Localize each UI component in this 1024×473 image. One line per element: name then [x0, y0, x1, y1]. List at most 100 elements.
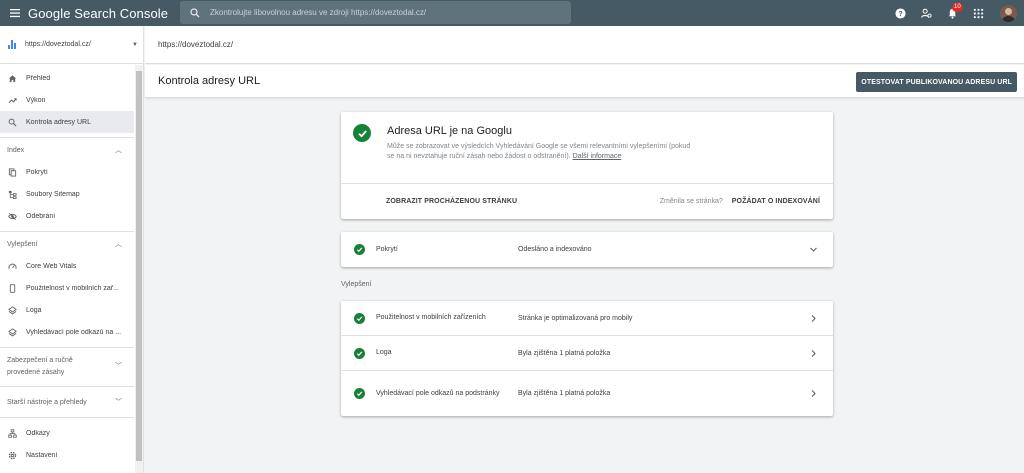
scrollbar-thumb[interactable]: [136, 71, 142, 461]
enhancement-row-logos[interactable]: Loga Byla zjištěna 1 platná položka: [341, 336, 833, 371]
layers-icon: [7, 327, 17, 337]
chevron-down-icon: ﹀: [115, 363, 122, 370]
check-circle-icon: [354, 312, 365, 324]
sidebar-item-settings[interactable]: Nastavení: [0, 444, 134, 466]
check-circle-icon: [354, 244, 365, 255]
status-title: Adresa URL je na Googlu: [387, 125, 512, 137]
top-app-bar: Google Search Console ? 10: [0, 0, 1024, 26]
row-value: Byla zjištěna 1 platná položka: [518, 390, 611, 397]
sidebar-item-coverage[interactable]: Pokrytí: [0, 161, 134, 183]
view-crawled-page-button[interactable]: ZOBRAZIT PROCHÁZENOU STRÁNKU: [386, 198, 517, 205]
row-name: Loga: [376, 349, 392, 356]
app-title[interactable]: Google Search Console: [28, 6, 168, 21]
enhancement-row-mobile[interactable]: Použitelnost v mobilních zařízeních Strá…: [341, 301, 833, 336]
row-value: Byla zjištěna 1 platná položka: [518, 349, 611, 357]
sidebar-section-enhancements[interactable]: Vylepšení ︿: [0, 236, 134, 252]
sidebar-section-index[interactable]: Index ︿: [0, 142, 134, 158]
chevron-right-icon[interactable]: [809, 389, 818, 398]
sidebar-item-links[interactable]: Odkazy: [0, 422, 134, 444]
request-indexing-button[interactable]: POŽÁDAT O INDEXOVÁNÍ: [732, 198, 820, 205]
coverage-row[interactable]: Pokrytí Odesláno a indexováno: [341, 232, 833, 267]
sidebar-item-label: Výkon: [26, 96, 46, 104]
coverage-card[interactable]: Pokrytí Odesláno a indexováno: [341, 232, 833, 267]
property-label: https://doveztodal.cz/: [25, 41, 91, 48]
section-title: Zabezpečení a ručně provedené zásahy: [7, 357, 73, 376]
card-actions: ZOBRAZIT PROCHÁZENOU STRÁNKU Změnila se …: [341, 183, 833, 219]
sidebar-item-label: Vyhledávací pole odkazů na ...: [26, 328, 122, 336]
sidebar-divider: [0, 231, 134, 232]
sidebar-item-sitelinks-searchbox[interactable]: Vyhledávací pole odkazů na ...: [0, 321, 134, 343]
chevron-down-icon[interactable]: [809, 245, 818, 254]
search-icon: [190, 7, 200, 17]
check-circle-icon: [353, 124, 371, 142]
sidebar-item-label: Pokrytí: [26, 168, 48, 176]
enhancements-label: Vylepšení: [341, 281, 372, 288]
sidebar-item-overview[interactable]: Přehled: [0, 67, 134, 89]
search-icon: [7, 117, 17, 127]
dropdown-caret-icon: ▼: [132, 41, 138, 48]
row-name: Vyhledávací pole odkazů na podstránky: [376, 389, 500, 397]
sidebar: https://doveztodal.cz/ ▼ Přehled Výkon K…: [0, 26, 144, 473]
sidebar-item-sitemaps[interactable]: Soubory Sitemap: [0, 183, 134, 205]
row-name: Použitelnost v mobilních zařízeních: [376, 314, 486, 321]
sidebar-item-label: Core Web Vitals: [26, 262, 77, 270]
account-avatar[interactable]: [1000, 4, 1017, 22]
sidebar-section-legacy[interactable]: Starší nástroje a přehledy ﹀: [0, 391, 134, 413]
links-icon: [7, 428, 17, 438]
coverage-icon: [7, 167, 17, 177]
sidebar-section-security[interactable]: Zabezpečení a ručně provedené zásahy ﹀: [0, 352, 134, 382]
row-value: Odesláno a indexováno: [518, 246, 592, 253]
section-title: Starší nástroje a přehledy: [7, 398, 87, 406]
menu-icon[interactable]: [0, 0, 30, 26]
chevron-up-icon: ︿: [115, 241, 122, 248]
visibility-off-icon: [7, 211, 17, 221]
search-input[interactable]: [210, 8, 550, 17]
status-description-text: Může se zobrazovat ve výsledcích Vyhledá…: [387, 143, 691, 160]
chevron-right-icon[interactable]: [809, 314, 818, 323]
speed-gauge-icon: [7, 261, 17, 271]
help-icon[interactable]: ?: [887, 0, 913, 26]
chevron-down-icon: ﹀: [115, 399, 122, 406]
sidebar-divider: [0, 137, 134, 138]
sidebar-item-removals[interactable]: Odebrání: [0, 205, 134, 227]
sidebar-scrollbar[interactable]: [135, 65, 143, 473]
sidebar-item-label: Soubory Sitemap: [26, 190, 80, 198]
property-selector[interactable]: https://doveztodal.cz/ ▼: [0, 26, 143, 64]
url-inspection-search[interactable]: [180, 1, 571, 24]
enhancements-card: Použitelnost v mobilních zařízeních Strá…: [341, 301, 833, 416]
enhancement-row-sitelinks[interactable]: Vyhledávací pole odkazů na podstránky By…: [341, 371, 833, 416]
status-description: Může se zobrazovat ve výsledcích Vyhledá…: [387, 142, 697, 162]
home-icon: [7, 73, 17, 83]
chevron-right-icon[interactable]: [809, 349, 818, 358]
sitemap-icon: [7, 189, 17, 199]
section-title: Vylepšení: [7, 240, 38, 248]
apps-grid-icon[interactable]: [965, 0, 991, 26]
sidebar-item-label: Přehled: [26, 74, 51, 82]
sidebar-divider: [0, 386, 134, 387]
trending-up-icon: [7, 95, 17, 105]
sidebar-item-url-inspection[interactable]: Kontrola adresy URL: [0, 111, 134, 133]
test-live-url-button[interactable]: OTESTOVAT PUBLIKOVANOU ADRESU URL: [856, 72, 1017, 92]
smartphone-icon: [7, 283, 17, 293]
sidebar-item-performance[interactable]: Výkon: [0, 89, 134, 111]
chevron-up-icon: ︿: [115, 147, 122, 154]
sidebar-divider: [0, 417, 134, 418]
sidebar-item-core-web-vitals[interactable]: Core Web Vitals: [0, 255, 134, 277]
manage-users-icon[interactable]: [913, 0, 939, 26]
page-changed-question: Změnila se stránka?: [659, 198, 723, 205]
row-value: Stránka je optimalizovaná pro mobily: [518, 314, 633, 322]
sidebar-item-mobile-usability[interactable]: Použitelnost v mobilních zař...: [0, 277, 134, 299]
sidebar-item-label: Loga: [26, 306, 42, 314]
learn-more-link[interactable]: Další informace: [573, 153, 622, 160]
sidebar-item-label: Odebrání: [26, 212, 56, 220]
notifications-icon[interactable]: 10: [939, 0, 965, 26]
sidebar-item-logos[interactable]: Loga: [0, 299, 134, 321]
check-circle-icon: [354, 388, 365, 399]
sidebar-divider: [0, 347, 134, 348]
notification-badge: 10: [952, 3, 963, 12]
sidebar-item-label: Nastavení: [26, 451, 58, 459]
sidebar-nav: Přehled Výkon Kontrola adresy URL Index …: [0, 65, 134, 466]
inspected-url-bar: https://doveztodal.cz/: [145, 26, 1024, 64]
sidebar-item-label: Kontrola adresy URL: [26, 118, 91, 126]
section-title: Index: [7, 146, 25, 154]
